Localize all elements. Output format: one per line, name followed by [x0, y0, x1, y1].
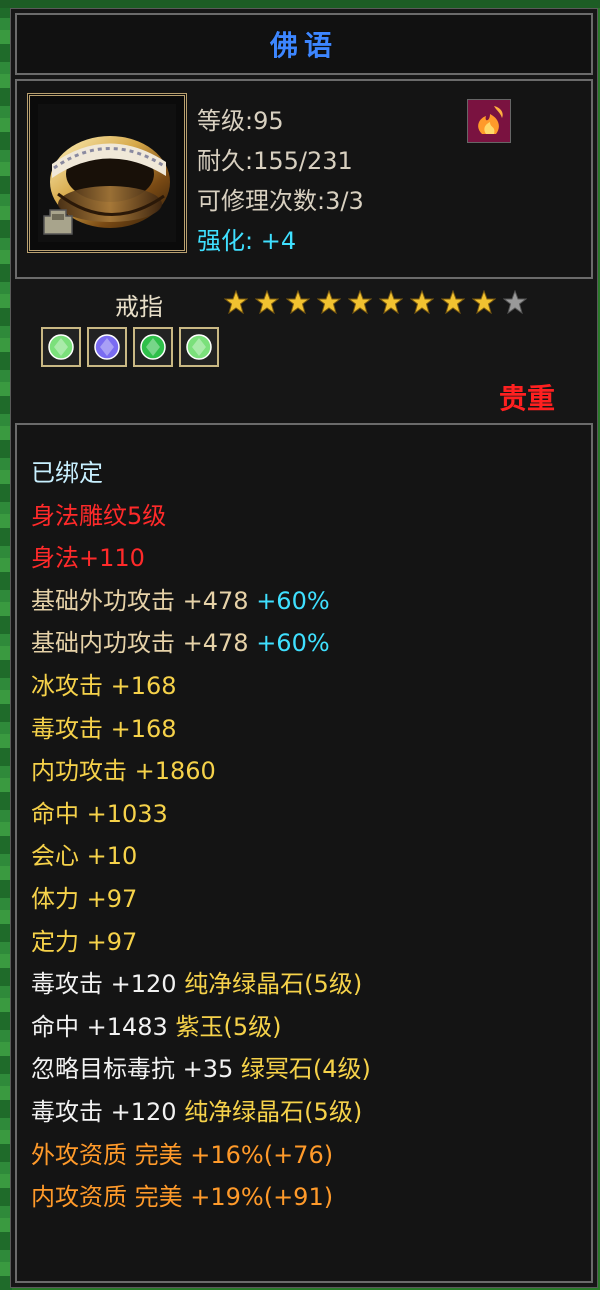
property-text: +60%: [256, 586, 330, 615]
item-icon-frame[interactable]: [27, 93, 187, 253]
enhance-label: 强化:: [197, 227, 261, 255]
item-tooltip-panel: 佛语 等级:95 耐久:155/231 可修理次数:3/3 强化: +4 戒指 …: [10, 8, 598, 1288]
property-text: 毒攻击 +168: [31, 714, 177, 743]
property-line: 毒攻击 +120 纯净绿晶石(5级): [31, 1092, 362, 1127]
green-gem-icon: [186, 334, 212, 360]
property-text: 绿冥石(4级): [240, 1055, 371, 1084]
property-line: 身法+110: [31, 538, 145, 573]
star-filled-icon: [220, 287, 251, 317]
gem-slot-4[interactable]: [179, 327, 219, 367]
property-line: 外攻资质 完美 +16%(+76): [31, 1135, 333, 1170]
property-text: 体力 +97: [31, 885, 138, 913]
star-filled-icon: [282, 287, 313, 317]
bind-lock-icon: [43, 209, 73, 235]
star-filled-icon: [313, 287, 344, 317]
title-bar: 佛语: [15, 13, 593, 75]
property-text: 身法+110: [31, 544, 145, 573]
property-text: 纯净绿晶石(5级): [184, 970, 363, 999]
item-repair-count: 可修理次数:3/3: [197, 187, 364, 215]
item-info-section: 等级:95 耐久:155/231 可修理次数:3/3 强化: +4: [15, 79, 593, 279]
item-durability: 耐久:155/231: [197, 147, 353, 175]
property-text: 基础外功攻击 +478: [31, 586, 257, 615]
property-text: 基础内功攻击 +478: [31, 629, 257, 658]
item-enhance: 强化: +4: [197, 221, 296, 256]
star-filled-icon: [437, 287, 468, 317]
property-text: 定力 +97: [31, 927, 138, 956]
item-type: 戒指: [115, 293, 163, 321]
star-filled-icon: [406, 287, 437, 317]
property-line: 毒攻击 +168: [31, 709, 177, 744]
property-line: 命中 +1483 紫玉(5级): [31, 1007, 281, 1042]
property-text: +60%: [256, 629, 330, 658]
property-text: 忽略目标毒抗 +35: [31, 1055, 241, 1084]
property-text: 会心 +10: [31, 842, 138, 871]
property-text: 毒攻击 +120: [31, 1098, 185, 1126]
emerald-gem-icon: [140, 334, 166, 360]
property-line: 内攻资质 完美 +19%(+91): [31, 1177, 333, 1212]
purple-gem-icon: [94, 334, 120, 360]
property-line: 冰攻击 +168: [31, 666, 177, 701]
star-empty-icon: [499, 287, 530, 317]
property-text: 已绑定: [31, 459, 103, 487]
flame-icon: [468, 100, 510, 142]
property-line: 毒攻击 +120 纯净绿晶石(5级): [31, 964, 362, 999]
item-properties: 已绑定 身法雕纹5级 身法+110 基础外功攻击 +478 +60% 基础内功攻击 +4…: [15, 423, 593, 1283]
property-line: 忽略目标毒抗 +35 绿冥石(4级): [31, 1049, 371, 1084]
property-line: 内功攻击 +1860: [31, 751, 216, 786]
star-filled-icon: [251, 287, 282, 317]
gem-slot-1[interactable]: [41, 327, 81, 367]
property-line: 已绑定: [31, 453, 103, 488]
property-text: 冰攻击 +168: [31, 672, 177, 700]
enhance-value: +4: [260, 227, 297, 255]
property-text: 身法雕纹5级: [31, 501, 167, 530]
item-title: 佛语: [269, 29, 338, 62]
property-line: 身法雕纹5级: [31, 496, 166, 531]
background-top: [0, 0, 600, 8]
property-text: 命中 +1483: [31, 1012, 176, 1041]
property-text: 内攻资质 完美 +19%(+91): [31, 1183, 334, 1212]
item-type-section: 戒指 贵重: [15, 279, 593, 419]
property-line: 基础外功攻击 +478 +60%: [31, 581, 330, 616]
property-text: 纯净绿晶石(5级): [184, 1098, 363, 1126]
gem-slot-2[interactable]: [87, 327, 127, 367]
property-line: 基础内功攻击 +478 +60%: [31, 623, 330, 658]
rarity-label: 贵重: [498, 382, 555, 415]
green-gem-icon: [48, 334, 74, 360]
star-filled-icon: [375, 287, 406, 317]
property-line: 会心 +10: [31, 836, 137, 871]
property-text: 内功攻击 +1860: [31, 757, 216, 786]
gem-slots: [41, 327, 219, 367]
property-text: 外攻资质 完美 +16%(+76): [31, 1140, 334, 1169]
property-line: 定力 +97: [31, 922, 137, 957]
star-filled-icon: [468, 287, 499, 317]
star-filled-icon: [344, 287, 375, 317]
star-rating: [220, 287, 530, 317]
flame-buff-icon[interactable]: [467, 99, 511, 143]
property-line: 命中 +1033: [31, 794, 168, 829]
property-line: 体力 +97: [31, 879, 137, 914]
gem-slot-3[interactable]: [133, 327, 173, 367]
property-text: 紫玉(5级): [175, 1012, 282, 1041]
property-text: 命中 +1033: [31, 799, 168, 828]
property-text: 毒攻击 +120: [31, 970, 185, 999]
item-level: 等级:95: [197, 107, 284, 135]
